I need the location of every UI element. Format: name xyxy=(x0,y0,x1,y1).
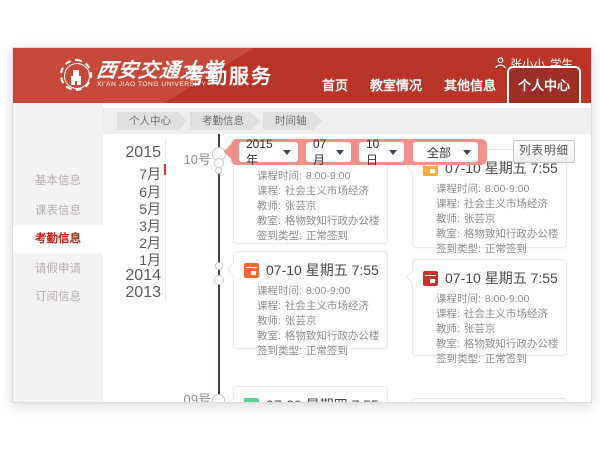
service-title: 考勤服务 xyxy=(185,60,273,89)
app-window: 西安交通大学 XI'AN JIAO TONG UNIVERSITY 考勤服务 张… xyxy=(12,47,592,403)
nav-item-other-info[interactable]: 其他信息 xyxy=(433,67,507,103)
day-marker-10: 10号 xyxy=(177,149,211,168)
calendar-icon xyxy=(423,271,438,286)
month-dropdown-value: 07月 xyxy=(313,137,332,168)
breadcrumb: 个人中心 考勤信息 时间轴 xyxy=(103,108,592,134)
card-title: 07-10 星期五 7:55 xyxy=(266,260,379,280)
year-dropdown-value: 2015年 xyxy=(246,137,279,168)
sidebar-item-basic-info[interactable]: 基本信息 xyxy=(13,167,103,195)
attendance-card: 07-09 星期四 7:55 xyxy=(233,386,388,403)
year-dropdown[interactable]: 2015年 xyxy=(239,142,298,162)
day-dropdown-value: 10日 xyxy=(366,137,385,168)
app-header: 西安交通大学 XI'AN JIAO TONG UNIVERSITY 考勤服务 张… xyxy=(13,48,592,103)
timeline-year-2014[interactable]: 2014 xyxy=(101,267,161,285)
category-dropdown-value: 全部 xyxy=(427,144,451,161)
chevron-down-icon xyxy=(336,150,344,155)
breadcrumb-attendance-info[interactable]: 考勤信息 xyxy=(190,112,260,130)
timeline-year-2013[interactable]: 2013 xyxy=(101,284,161,302)
attendance-card: 07-10 星期五 7:55 课程时间:8:00-9:00 课程:社会主义市场经… xyxy=(233,251,388,349)
nav-item-classrooms[interactable]: 教室情况 xyxy=(359,67,433,103)
nav-item-home[interactable]: 首页 xyxy=(311,67,359,103)
card-title: 07-09 星期四 7:55 xyxy=(266,395,379,403)
chevron-down-icon xyxy=(463,150,471,155)
timeline-year-2015[interactable]: 2015 xyxy=(101,144,161,162)
card-title: 07-10 星期五 7:55 xyxy=(445,268,558,288)
sidebar-item-attendance-info[interactable]: 考勤信息 xyxy=(13,225,103,253)
breadcrumb-personal-center[interactable]: 个人中心 xyxy=(117,112,187,130)
attendance-card xyxy=(412,398,567,403)
breadcrumb-timeline[interactable]: 时间轴 xyxy=(263,112,323,130)
timeline-node xyxy=(215,262,223,270)
day-dropdown[interactable]: 10日 xyxy=(359,142,404,162)
calendar-icon xyxy=(244,263,259,278)
day-marker-09: 09号 xyxy=(177,389,211,403)
chevron-down-icon xyxy=(283,150,291,155)
sidebar-item-subscription-info[interactable]: 订阅信息 xyxy=(13,283,103,311)
sidebar-item-schedule-info[interactable]: 课表信息 xyxy=(13,197,103,225)
sidebar: 基本信息 课表信息 考勤信息 请假申请 订阅信息 xyxy=(13,103,103,403)
attendance-card: 07-10 星期五 7:55 课程时间:8:00-9:00 课程:社会主义市场经… xyxy=(412,259,567,356)
main-nav: 首页 教室情况 其他信息 个人中心 xyxy=(311,66,581,103)
calendar-icon xyxy=(244,398,259,404)
nav-item-personal-center[interactable]: 个人中心 xyxy=(507,66,581,103)
list-detail-button[interactable]: 列表明细 xyxy=(513,140,575,163)
chevron-down-icon xyxy=(389,150,397,155)
university-seal-logo xyxy=(60,59,92,91)
timeline-node xyxy=(215,167,222,174)
current-month-cursor xyxy=(164,164,166,175)
filter-bar: 2015年 07月 10日 全部 xyxy=(231,139,487,165)
timeline-month-jul[interactable]: 7月 xyxy=(101,164,161,184)
sidebar-item-leave-request[interactable]: 请假申请 xyxy=(13,255,103,283)
month-dropdown[interactable]: 07月 xyxy=(306,142,351,162)
timeline-node xyxy=(212,394,225,403)
category-dropdown[interactable]: 全部 xyxy=(413,142,478,162)
timeline-node xyxy=(214,275,224,285)
